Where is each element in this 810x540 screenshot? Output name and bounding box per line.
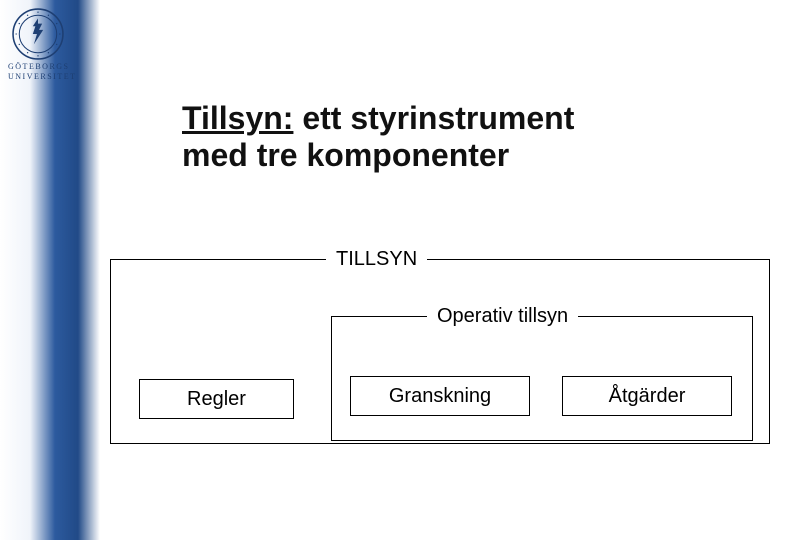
box-atgarder: Åtgärder (562, 376, 732, 416)
box-regler-label: Regler (187, 388, 246, 411)
title-line2: med tre komponenter (182, 137, 509, 173)
university-name-line2: UNIVERSITET (8, 72, 88, 82)
title-underlined-word: Tillsyn: (182, 100, 293, 136)
box-granskning: Granskning (350, 376, 530, 416)
university-name: GÖTEBORGS UNIVERSITET (8, 62, 88, 82)
university-name-line1: GÖTEBORGS (8, 62, 88, 72)
university-seal-icon (12, 8, 64, 60)
operativ-tillsyn-group: Operativ tillsyn Granskning Åtgärder (331, 305, 753, 441)
box-atgarder-label: Åtgärder (609, 385, 686, 408)
box-granskning-label: Granskning (389, 385, 491, 408)
operativ-tillsyn-label: Operativ tillsyn (427, 305, 578, 328)
tillsyn-outer-label: TILLSYN (326, 248, 427, 271)
slide-title: Tillsyn: ett styrinstrument med tre komp… (182, 100, 574, 174)
box-regler: Regler (139, 379, 294, 419)
tillsyn-outer-group: TILLSYN Regler Operativ tillsyn Granskni… (110, 248, 770, 444)
tillsyn-diagram: TILLSYN Regler Operativ tillsyn Granskni… (110, 248, 770, 448)
title-line1-rest: ett styrinstrument (293, 100, 574, 136)
